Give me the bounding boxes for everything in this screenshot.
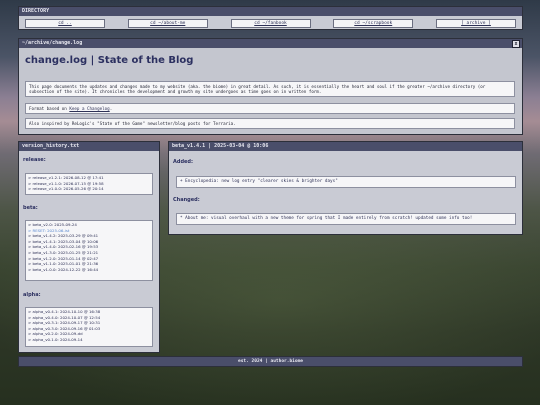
- beta-version-list: > beta_v2.0: 2025-09-24 > RESET: 2025-06…: [25, 220, 153, 281]
- changelog-description: This page documents the updates and chan…: [25, 81, 515, 98]
- version-link[interactable]: > release_v1.0.0: 2026-05-26 @ 20:14: [28, 186, 150, 192]
- nav-link-about-me[interactable]: cd ~/about-me: [127, 19, 208, 28]
- added-entry: + Encyclopedia: new log entry "clearer s…: [176, 176, 516, 188]
- keep-a-changelog-link[interactable]: Keep a Changelog: [69, 106, 109, 111]
- directory-nav: cd .. cd ~/about-me cd ~/fanbook cd ~/sc…: [19, 16, 522, 28]
- alpha-version-list: > alpha_v0.4.1: 2024-10-10 @ 16:38 > alp…: [25, 307, 153, 347]
- release-version-list: > release_v1.2.1: 2026-08-12 @ 17:41 > r…: [25, 173, 153, 195]
- changelog-format-note: Format based on Keep a Changelog.: [25, 103, 515, 115]
- directory-titlebar: DIRECTORY: [19, 7, 522, 16]
- changelog-titlebar: ~/archive/change.log x: [19, 39, 522, 48]
- format-suffix: .: [109, 106, 113, 111]
- version-history-titlebar: version_history.txt: [19, 142, 159, 151]
- beta-section-label: beta:: [23, 205, 38, 211]
- changed-entry: * About me: visual overhaul with a new t…: [176, 213, 516, 225]
- version-detail-window: beta_v1.4.1 | 2025-03-04 @ 10:06 Added: …: [168, 141, 523, 235]
- alpha-section-label: alpha:: [23, 292, 41, 298]
- changelog-window-title: ~/archive/change.log: [22, 40, 83, 46]
- footer-bar: est. 2024 | author.biome: [18, 356, 523, 367]
- format-prefix: Format based on: [29, 106, 70, 111]
- version-link[interactable]: > alpha_v0.1.0: 2024-09-14: [28, 337, 150, 343]
- nav-link-scrapbook[interactable]: cd ~/scrapbook: [333, 19, 414, 28]
- nav-link-fanbook[interactable]: cd ~/fanbook: [230, 19, 311, 28]
- nav-link-parent[interactable]: cd ..: [25, 19, 105, 28]
- directory-window: DIRECTORY cd .. cd ~/about-me cd ~/fanbo…: [18, 6, 523, 30]
- version-detail-titlebar: beta_v1.4.1 | 2025-03-04 @ 10:06: [169, 142, 522, 151]
- version-history-window: version_history.txt release: > release_v…: [18, 141, 160, 353]
- added-heading: Added:: [173, 159, 193, 165]
- page-title: change.log | State of the Blog: [25, 55, 194, 66]
- close-icon[interactable]: x: [512, 40, 520, 48]
- changed-heading: Changed:: [173, 197, 200, 203]
- changelog-inspiration-note: Also inspired by ReLogic's "State of the…: [25, 118, 515, 130]
- nav-link-archive[interactable]: [ archive ]: [436, 19, 516, 28]
- release-section-label: release:: [23, 157, 46, 163]
- version-link[interactable]: > beta_v1.0.0: 2024-12-22 @ 16:44: [28, 267, 150, 273]
- changelog-window: ~/archive/change.log x change.log | Stat…: [18, 38, 523, 135]
